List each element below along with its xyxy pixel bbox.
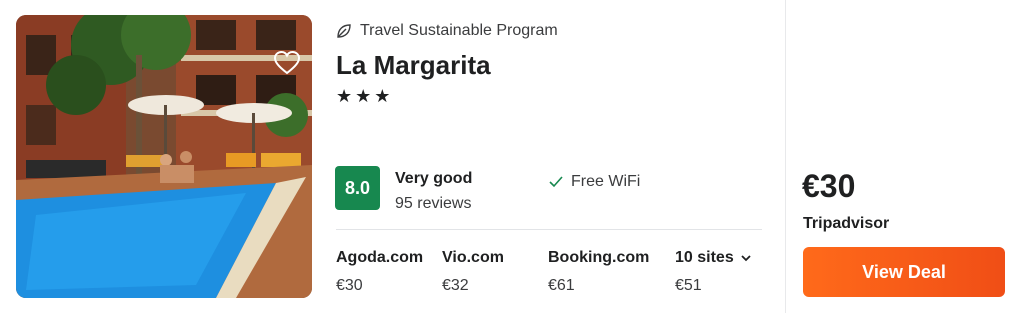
rating-score-badge: 8.0 [335,166,380,210]
hotel-stars: ★★★ [336,86,394,106]
provider-price: €30 [336,277,363,294]
provider-price: €32 [442,277,469,294]
divider [336,229,762,230]
column-divider [785,0,786,313]
rating-label: Very good [395,170,473,187]
heart-icon [274,51,300,75]
provider-agoda[interactable]: Agoda.com €30 [336,249,423,295]
best-price-site: Tripadvisor [803,215,890,232]
sustainability-badge: Travel Sustainable Program [336,22,558,40]
provider-price: €61 [548,277,575,294]
hotel-result-card[interactable]: Travel Sustainable Program La Margarita … [0,0,1024,313]
provider-vio[interactable]: Vio.com €32 [442,249,504,295]
best-price: €30 [802,168,856,204]
amenity-wifi: Free WiFi [549,173,640,191]
hotel-photo-image [16,15,312,298]
hotel-name[interactable]: La Margarita [336,50,491,81]
chevron-down-icon [741,255,751,262]
program-label: Travel Sustainable Program [360,22,558,39]
provider-name: Agoda.com [336,249,424,266]
more-sites-dropdown[interactable]: 10 sites €51 [675,249,752,295]
view-deal-button[interactable]: View Deal [803,247,1005,297]
more-sites-label: 10 sites [675,249,734,266]
favorite-button[interactable] [272,48,302,78]
review-count[interactable]: 95 reviews [395,195,471,213]
provider-name: Booking.com [548,249,650,266]
provider-name: Vio.com [442,249,504,266]
hotel-photo[interactable] [16,15,312,298]
amenity-label: Free WiFi [571,173,641,190]
check-icon [549,176,563,188]
provider-booking[interactable]: Booking.com €61 [548,249,649,295]
leaf-icon [337,24,351,38]
provider-price: €51 [675,277,702,294]
